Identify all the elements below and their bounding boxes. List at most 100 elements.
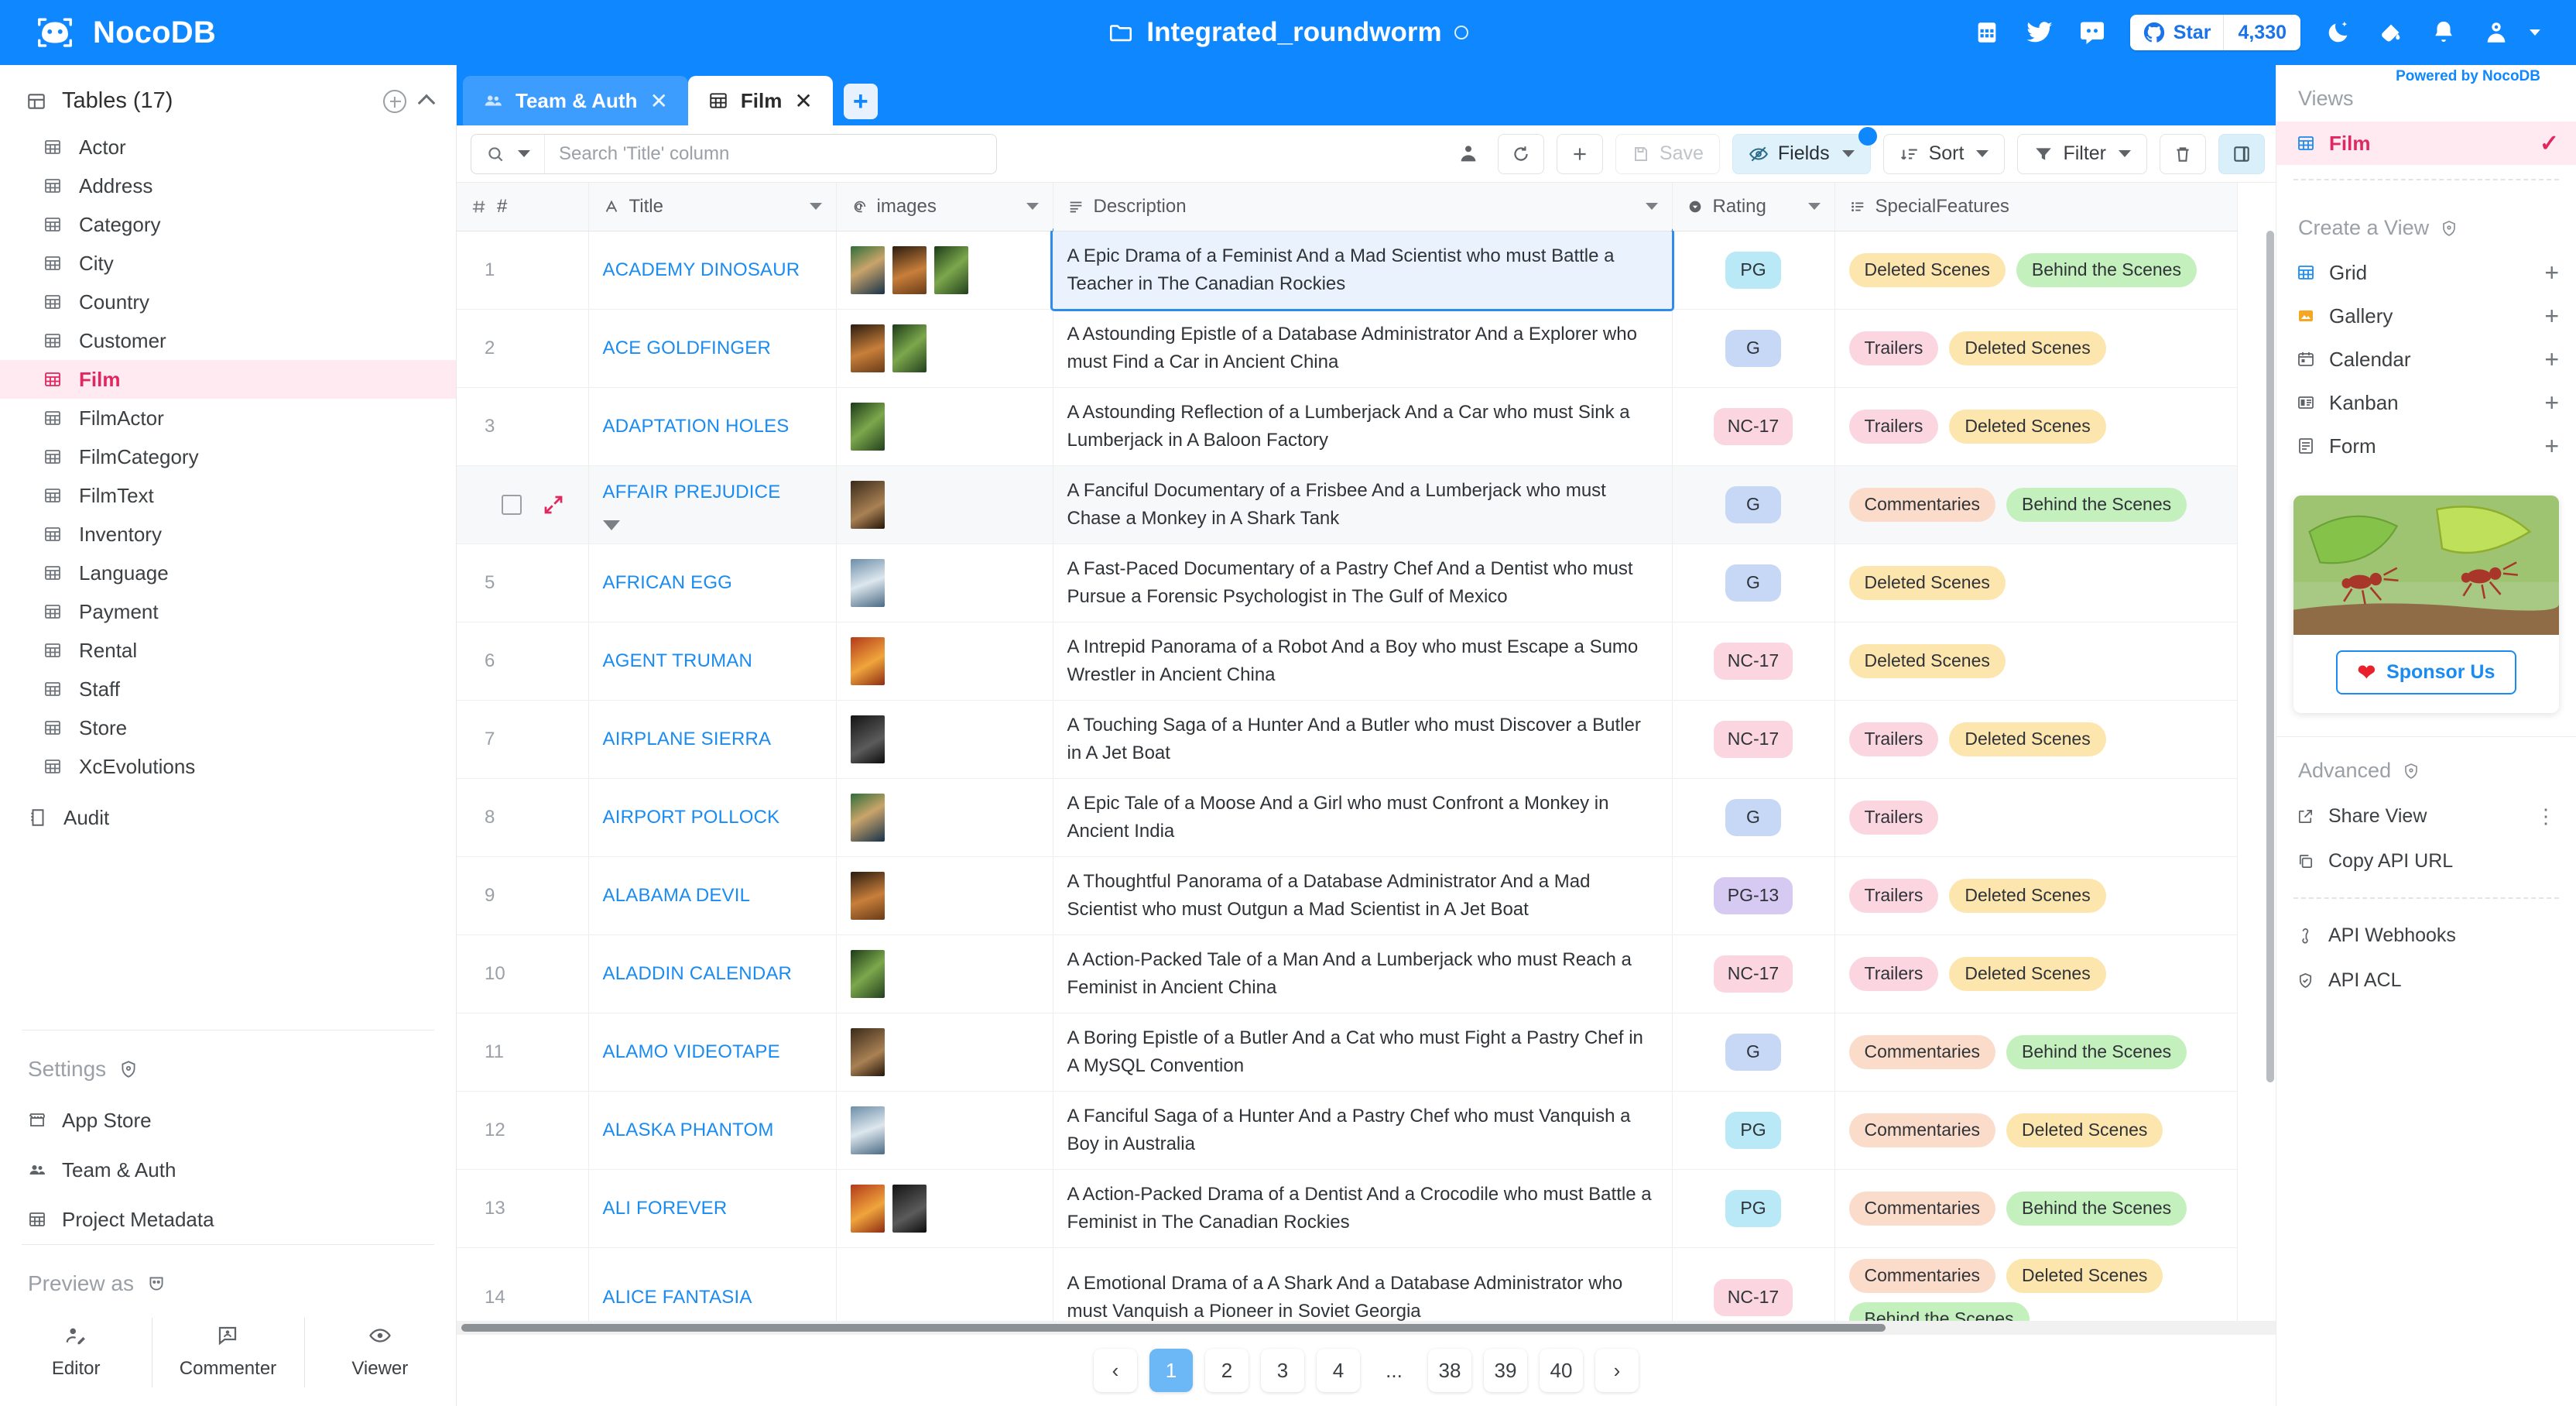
- add-view-icon[interactable]: +: [2544, 259, 2559, 287]
- attachment-thumbnail[interactable]: [933, 245, 968, 294]
- sidebar-item-staff[interactable]: Staff: [0, 670, 456, 708]
- pagination-page-40[interactable]: 40: [1540, 1349, 1583, 1392]
- special-features-cell[interactable]: Deleted Scenes: [1834, 544, 2238, 622]
- table-row[interactable]: 9 ALABAMA DEVIL A Thoughtful Panorama of a…: [457, 856, 2238, 935]
- tab-film[interactable]: Film ✕: [687, 76, 833, 125]
- chevron-down-icon[interactable]: [1645, 203, 1658, 211]
- sidebar-item-xcevolutions[interactable]: XcEvolutions: [0, 747, 456, 786]
- special-features-cell[interactable]: Trailers Deleted Scenes: [1834, 934, 2238, 1013]
- sidebar-item-language[interactable]: Language: [0, 554, 456, 592]
- twitter-icon[interactable]: [2025, 18, 2054, 47]
- pagination-page-4[interactable]: 4: [1317, 1349, 1360, 1392]
- description-cell[interactable]: A Epic Drama of a Feminist And a Mad Sci…: [1050, 228, 1674, 311]
- reload-button[interactable]: [1497, 133, 1544, 174]
- images-cell[interactable]: [836, 465, 1053, 544]
- column-header-description[interactable]: Description: [1053, 183, 1673, 231]
- grid-scroll-area[interactable]: # Title images Description Rating Specia…: [457, 183, 2276, 1321]
- title-link[interactable]: ALAMO VIDEOTAPE: [603, 1041, 780, 1062]
- special-features-cell[interactable]: Trailers Deleted Scenes: [1834, 309, 2238, 388]
- images-cell[interactable]: [836, 231, 1053, 310]
- title-link[interactable]: ACE GOLDFINGER: [603, 338, 772, 358]
- advanced-item-api-webhooks[interactable]: API Webhooks: [2276, 913, 2576, 958]
- column-header-num[interactable]: #: [457, 183, 589, 231]
- description-cell[interactable]: A Fast-Paced Documentary of a Pastry Che…: [1053, 544, 1673, 622]
- chevron-down-icon[interactable]: [809, 203, 822, 211]
- column-header-images[interactable]: images: [836, 183, 1053, 231]
- table-row[interactable]: 5 AFRICAN EGG A Fast-Paced Documentary of …: [457, 544, 2238, 622]
- sponsor-us-button[interactable]: ❤ Sponsor Us: [2335, 650, 2517, 694]
- preview-role-editor[interactable]: Editor: [0, 1310, 152, 1406]
- description-cell[interactable]: A Action-Packed Tale of a Man And a Lumb…: [1053, 934, 1673, 1013]
- table-row[interactable]: AFFAIR PREJUDICE A Fanciful Documentary o…: [457, 465, 2238, 544]
- brand[interactable]: NocoDB: [0, 15, 457, 50]
- images-cell[interactable]: [836, 309, 1053, 388]
- rating-cell[interactable]: NC-17: [1672, 934, 1835, 1013]
- attachment-thumbnail[interactable]: [850, 245, 885, 294]
- github-star-button[interactable]: Star 4,330: [2129, 15, 2300, 50]
- special-features-cell[interactable]: Deleted Scenes Behind the Scenes: [1834, 231, 2238, 310]
- description-cell[interactable]: A Thoughtful Panorama of a Database Admi…: [1053, 856, 1673, 935]
- special-features-cell[interactable]: Trailers Deleted Scenes: [1834, 387, 2238, 466]
- column-header-specialfeatures[interactable]: SpecialFeatures: [1834, 183, 2238, 231]
- grid-vertical-scrollbar[interactable]: [2265, 231, 2276, 1321]
- sidebar-item-customer[interactable]: Customer: [0, 321, 456, 360]
- table-row[interactable]: 11 ALAMO VIDEOTAPE A Boring Epistle of a B…: [457, 1013, 2238, 1092]
- collapse-tables-chevron-up-icon[interactable]: [417, 94, 436, 111]
- discord-icon[interactable]: [2078, 18, 2107, 47]
- title-link[interactable]: ADAPTATION HOLES: [603, 416, 790, 437]
- color-droplet-icon[interactable]: [2376, 18, 2406, 47]
- rating-cell[interactable]: G: [1672, 1013, 1835, 1092]
- table-row[interactable]: 3 ADAPTATION HOLES A Astounding Reflection…: [457, 387, 2238, 466]
- expand-row-icon[interactable]: [542, 493, 565, 516]
- sidebar-item-filmcategory[interactable]: FilmCategory: [0, 437, 456, 476]
- description-cell[interactable]: A Astounding Epistle of a Database Admin…: [1053, 309, 1673, 388]
- rating-cell[interactable]: NC-17: [1672, 387, 1835, 466]
- pagination-page-38[interactable]: 38: [1428, 1349, 1471, 1392]
- title-cell[interactable]: ACE GOLDFINGER: [588, 309, 837, 388]
- theme-moon-icon[interactable]: [2324, 18, 2353, 47]
- pagination-next-button[interactable]: ›: [1595, 1349, 1639, 1392]
- description-cell[interactable]: A Emotional Drama of a A Shark And a Dat…: [1053, 1247, 1673, 1321]
- preview-role-viewer[interactable]: Viewer: [303, 1310, 456, 1406]
- images-cell[interactable]: [836, 778, 1053, 857]
- rating-cell[interactable]: PG: [1672, 1169, 1835, 1248]
- images-cell[interactable]: [836, 700, 1053, 779]
- attachment-thumbnail[interactable]: [850, 1027, 885, 1076]
- title-cell[interactable]: AIRPORT POLLOCK: [588, 778, 837, 857]
- sidebar-item-film[interactable]: Film: [0, 360, 456, 399]
- title-cell[interactable]: ALICE FANTASIA: [588, 1247, 837, 1321]
- attachment-thumbnail[interactable]: [850, 480, 885, 529]
- attachment-thumbnail[interactable]: [850, 871, 885, 920]
- special-features-cell[interactable]: Commentaries Behind the Scenes: [1834, 1169, 2238, 1248]
- pagination-page-39[interactable]: 39: [1484, 1349, 1527, 1392]
- pagination-page-1[interactable]: 1: [1149, 1349, 1193, 1392]
- title-link[interactable]: ALADDIN CALENDAR: [603, 963, 793, 984]
- search-input[interactable]: [545, 142, 996, 165]
- column-header-title[interactable]: Title: [588, 183, 837, 231]
- images-cell[interactable]: [836, 544, 1053, 622]
- sidebar-item-actor[interactable]: Actor: [0, 128, 456, 166]
- create-view-form[interactable]: Form +: [2276, 424, 2576, 468]
- add-view-icon[interactable]: +: [2544, 345, 2559, 374]
- search-scope-selector[interactable]: [471, 134, 545, 173]
- sidebar-item-payment[interactable]: Payment: [0, 592, 456, 631]
- sort-button[interactable]: Sort: [1882, 133, 2006, 174]
- sidebar-item-filmactor[interactable]: FilmActor: [0, 399, 456, 437]
- pagination-prev-button[interactable]: ‹: [1094, 1349, 1137, 1392]
- add-view-icon[interactable]: +: [2544, 302, 2559, 331]
- user-menu-chevron-down-icon[interactable]: [2530, 29, 2540, 36]
- table-row[interactable]: 10 ALADDIN CALENDAR A Action-Packed Tale o…: [457, 934, 2238, 1013]
- more-options-icon[interactable]: ⋮: [2536, 804, 2557, 828]
- table-row[interactable]: 8 AIRPORT POLLOCK A Epic Tale of a Moose A…: [457, 778, 2238, 857]
- sidebar-item-country[interactable]: Country: [0, 283, 456, 321]
- attachment-thumbnail[interactable]: [850, 402, 885, 451]
- title-link[interactable]: ALASKA PHANTOM: [603, 1120, 774, 1140]
- rating-cell[interactable]: G: [1672, 465, 1835, 544]
- pagination-ellipsis[interactable]: ...: [1372, 1349, 1416, 1392]
- title-link[interactable]: AFRICAN EGG: [603, 572, 733, 593]
- attachment-thumbnail[interactable]: [892, 1184, 927, 1233]
- title-link[interactable]: AGENT TRUMAN: [603, 650, 753, 671]
- chevron-down-icon[interactable]: [1026, 203, 1039, 211]
- attachment-thumbnail[interactable]: [850, 949, 885, 998]
- description-cell[interactable]: A Fanciful Documentary of a Frisbee And …: [1053, 465, 1673, 544]
